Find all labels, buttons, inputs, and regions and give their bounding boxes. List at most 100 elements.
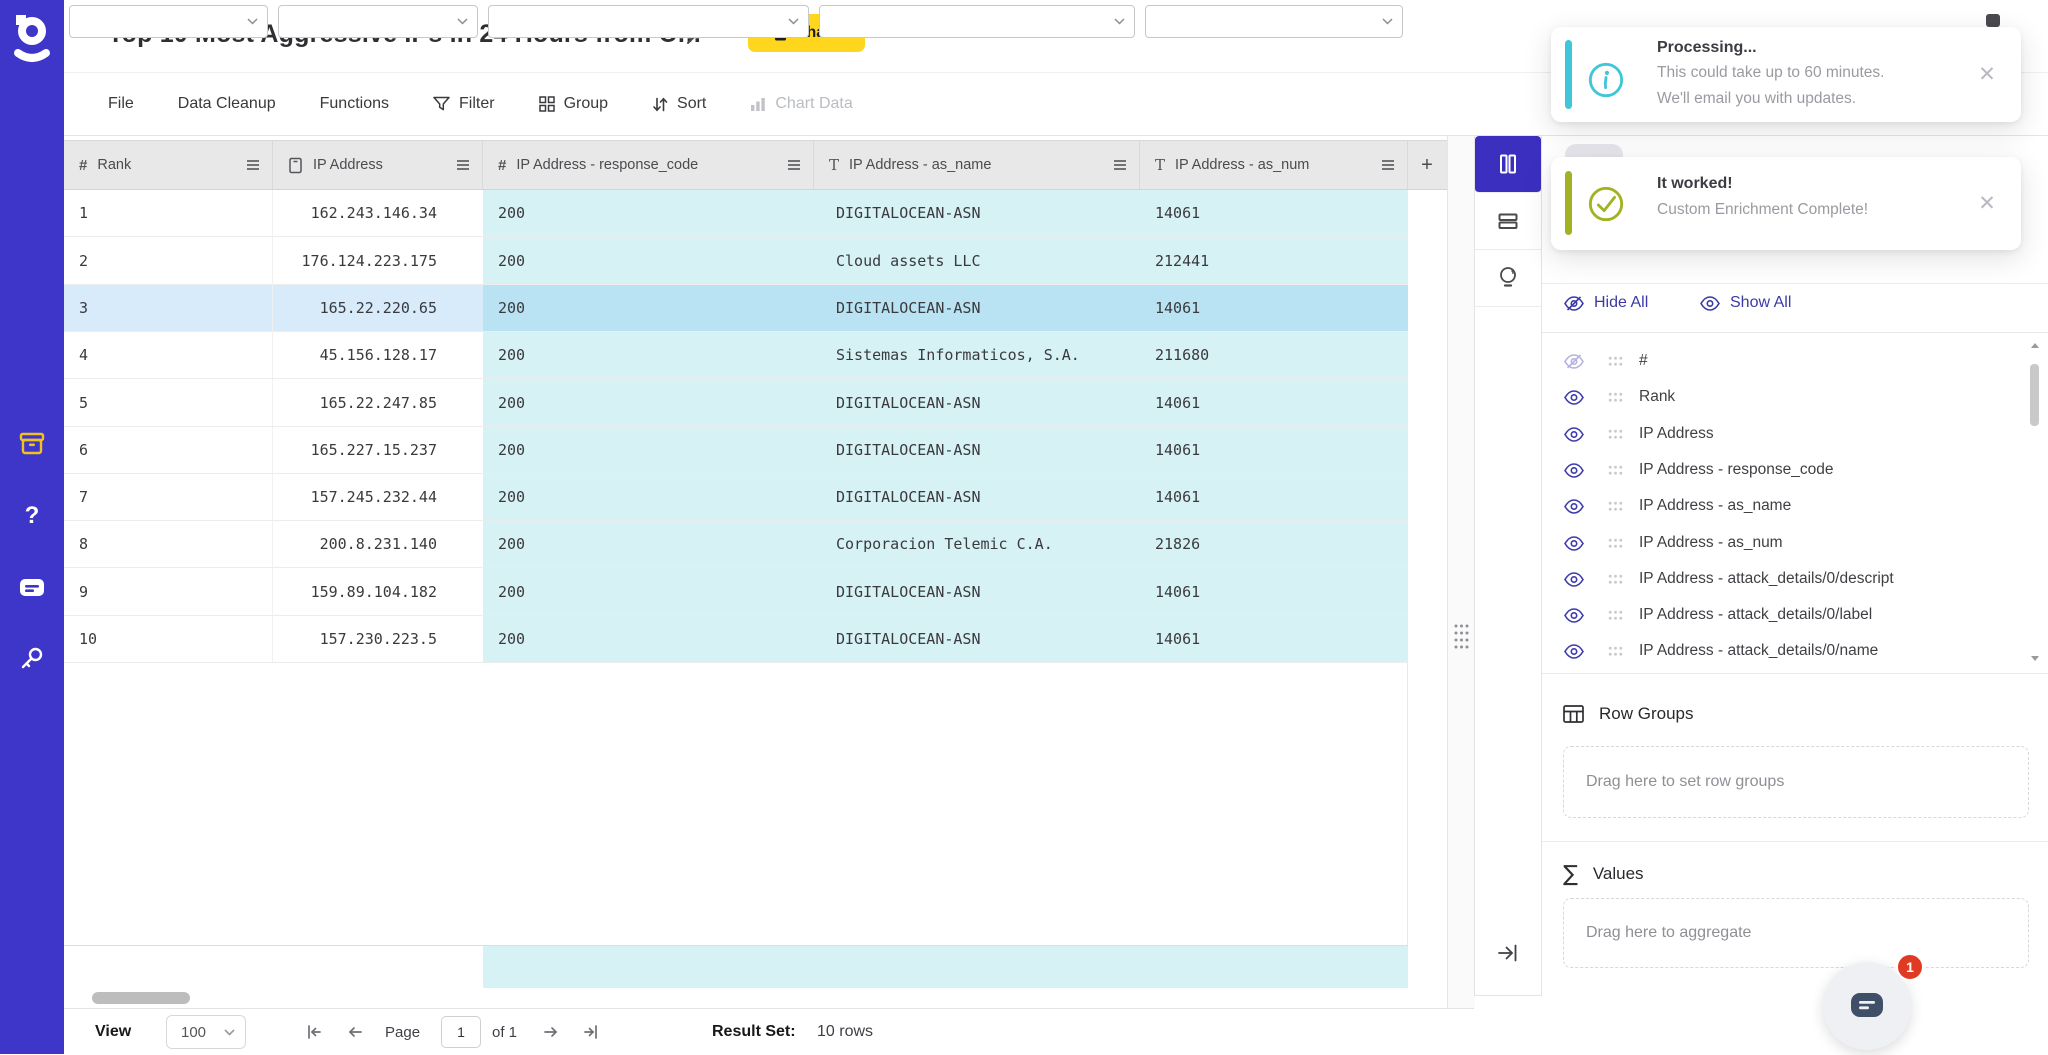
cell[interactable]: 200 [483, 332, 814, 378]
column-header-rank[interactable]: #Rank [64, 141, 273, 189]
cell[interactable]: 5 [64, 379, 273, 426]
eye-icon[interactable] [1564, 572, 1584, 587]
help-icon[interactable]: ? [0, 494, 64, 538]
cell[interactable]: 200 [483, 616, 814, 662]
page-size-select[interactable]: 100 [166, 1015, 246, 1049]
tab-ideas[interactable] [1475, 250, 1541, 307]
cell[interactable]: DIGITALOCEAN-ASN [814, 285, 1140, 331]
cell[interactable]: 200 [483, 237, 814, 284]
cell[interactable]: 212441 [1140, 237, 1408, 284]
cell[interactable]: 14061 [1140, 474, 1408, 520]
cell[interactable]: 6 [64, 427, 273, 473]
archive-box-icon[interactable] [0, 422, 64, 466]
cell[interactable]: DIGITALOCEAN-ASN [814, 379, 1140, 426]
cell[interactable]: 14061 [1140, 379, 1408, 426]
table-row-7[interactable]: 7157.245.232.44200DIGITALOCEAN-ASN14061 [64, 474, 1408, 521]
gigasheet-logo[interactable] [12, 12, 52, 73]
cell[interactable]: 14061 [1140, 568, 1408, 615]
table-row-8[interactable]: 8200.8.231.140200Corporacion Telemic C.A… [64, 521, 1408, 568]
cell[interactable]: 211680 [1140, 332, 1408, 378]
filter-select-ip-address-response-code[interactable] [488, 5, 809, 38]
eye-icon[interactable] [1564, 536, 1584, 551]
eye-icon[interactable] [1564, 463, 1584, 478]
drag-handle-icon[interactable] [1608, 465, 1623, 476]
toast-close-button[interactable]: ✕ [1975, 192, 1999, 216]
menu-file[interactable]: File [108, 95, 134, 113]
menu-filter[interactable]: Filter [433, 95, 495, 113]
table-row-5[interactable]: 5165.22.247.85200DIGITALOCEAN-ASN14061 [64, 379, 1408, 427]
eye-icon[interactable] [1564, 499, 1584, 514]
cell[interactable]: Corporacion Telemic C.A. [814, 521, 1140, 567]
cell[interactable]: 200 [483, 568, 814, 615]
cell[interactable]: 8 [64, 521, 273, 567]
row-groups-dropzone[interactable]: Drag here to set row groups [1563, 746, 2029, 818]
cell[interactable]: 200 [483, 521, 814, 567]
cell[interactable]: DIGITALOCEAN-ASN [814, 474, 1140, 520]
drag-handle-icon[interactable] [1608, 646, 1623, 657]
menu-functions[interactable]: Functions [320, 95, 389, 113]
cell[interactable]: 176.124.223.175 [273, 237, 483, 284]
cell[interactable]: 4 [64, 332, 273, 378]
table-row-1[interactable]: 1162.243.146.34200DIGITALOCEAN-ASN14061 [64, 190, 1408, 237]
cell[interactable]: 200 [483, 474, 814, 520]
cell[interactable]: 10 [64, 616, 273, 662]
table-row-6[interactable]: 6165.227.15.237200DIGITALOCEAN-ASN14061 [64, 427, 1408, 474]
cell[interactable]: DIGITALOCEAN-ASN [814, 427, 1140, 473]
menu-sort[interactable]: Sort [652, 95, 706, 113]
horizontal-scrollbar-thumb[interactable] [92, 992, 190, 1004]
cell[interactable]: Sistemas Informaticos, S.A. [814, 332, 1140, 378]
drag-handle-icon[interactable] [1608, 501, 1623, 512]
collapse-panel-button[interactable] [1497, 942, 1519, 969]
next-page-button[interactable] [536, 1009, 566, 1055]
cell[interactable]: 21826 [1140, 521, 1408, 567]
eye-off-icon[interactable] [1564, 354, 1584, 369]
cell[interactable]: DIGITALOCEAN-ASN [814, 616, 1140, 662]
drag-handle-icon[interactable] [1608, 392, 1623, 403]
cell[interactable]: 200 [483, 427, 814, 473]
drag-handle-icon[interactable] [1608, 610, 1623, 621]
column-menu-icon[interactable] [1381, 159, 1395, 171]
menu-data-cleanup[interactable]: Data Cleanup [178, 95, 276, 113]
cell[interactable]: 7 [64, 474, 273, 520]
column-header-ip-address-as-name[interactable]: TIP Address - as_name [814, 141, 1140, 189]
first-page-button[interactable] [299, 1009, 329, 1055]
cell[interactable]: 14061 [1140, 190, 1408, 236]
values-dropzone[interactable]: Drag here to aggregate [1563, 898, 2029, 968]
eye-icon[interactable] [1564, 608, 1584, 623]
column-header-ip-address[interactable]: IP Address [273, 141, 483, 189]
drag-handle-icon[interactable] [1608, 429, 1623, 440]
cell[interactable]: 14061 [1140, 616, 1408, 662]
table-row-10[interactable]: 10157.230.223.5200DIGITALOCEAN-ASN14061 [64, 616, 1408, 663]
field-list-scrollbar-thumb[interactable] [2030, 364, 2039, 426]
field-list-scrollbar[interactable] [2029, 340, 2041, 664]
add-column-button[interactable]: + [1408, 141, 1446, 189]
toast-close-button[interactable]: ✕ [1975, 63, 1999, 87]
cell[interactable]: 200 [483, 190, 814, 236]
tab-rows[interactable] [1475, 193, 1541, 250]
filter-select-rank[interactable] [69, 5, 268, 38]
cell[interactable]: 200 [483, 285, 814, 331]
prev-page-button[interactable] [340, 1009, 370, 1055]
page-number-input[interactable] [441, 1016, 481, 1048]
menu-group[interactable]: Group [539, 95, 608, 113]
chat-message-icon[interactable] [0, 566, 64, 610]
cell[interactable]: 9 [64, 568, 273, 615]
panel-resize-handle[interactable] [1447, 136, 1475, 1008]
hide-all-button[interactable]: Hide All [1564, 288, 1648, 318]
column-header-ip-address-as-num[interactable]: TIP Address - as_num [1140, 141, 1408, 189]
eye-icon[interactable] [1564, 644, 1584, 659]
drag-handle-icon[interactable] [1608, 574, 1623, 585]
cell[interactable]: 165.22.247.85 [273, 379, 483, 426]
cell[interactable]: 165.227.15.237 [273, 427, 483, 473]
column-menu-icon[interactable] [456, 159, 470, 171]
table-row-9[interactable]: 9159.89.104.182200DIGITALOCEAN-ASN14061 [64, 568, 1408, 616]
table-row-4[interactable]: 445.156.128.17200Sistemas Informaticos, … [64, 332, 1408, 379]
key-icon[interactable] [0, 636, 64, 680]
filter-select-ip-address[interactable] [278, 5, 478, 38]
column-header-ip-address-response-code[interactable]: #IP Address - response_code [483, 141, 814, 189]
cell[interactable]: 200.8.231.140 [273, 521, 483, 567]
cell[interactable]: 3 [64, 285, 273, 331]
filter-select-ip-address-as-num[interactable] [1145, 5, 1403, 38]
cell[interactable]: 2 [64, 237, 273, 284]
table-row-3[interactable]: 3165.22.220.65200DIGITALOCEAN-ASN14061 [64, 285, 1408, 332]
